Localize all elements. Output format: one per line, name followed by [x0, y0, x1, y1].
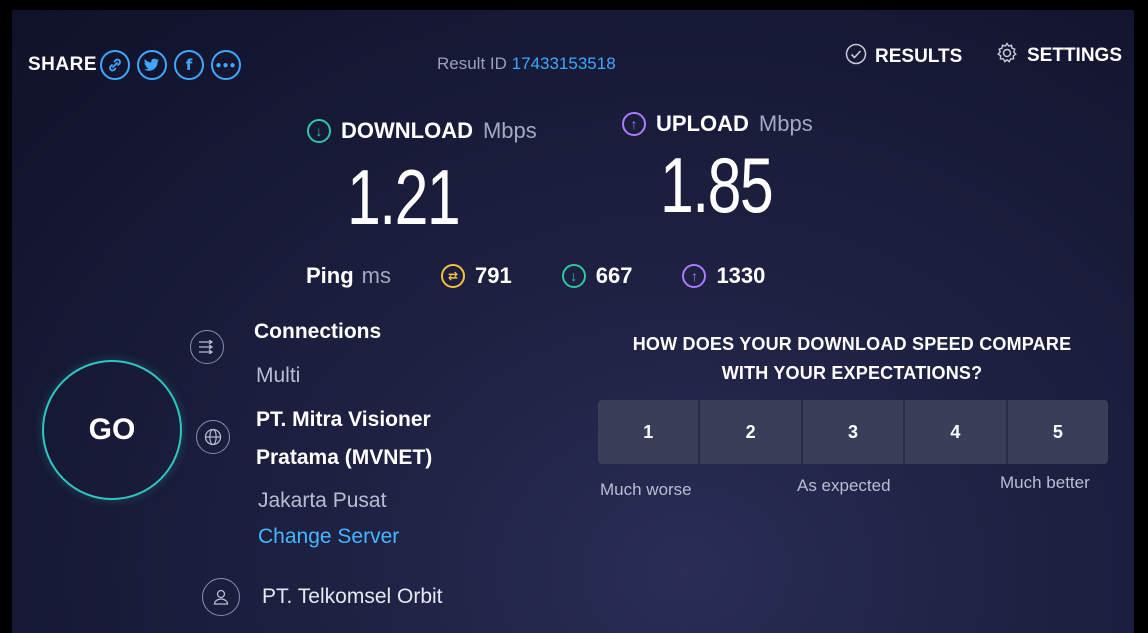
rating-mid-label: As expected [797, 476, 891, 495]
upload-unit: Mbps [758, 111, 813, 136]
ping-unit: ms [361, 263, 391, 288]
gear-icon [995, 41, 1019, 71]
rating-option-2[interactable]: 2 [700, 400, 803, 464]
download-unit: Mbps [482, 118, 537, 143]
upload-value: 1.85 [660, 141, 774, 229]
ping-upload: ↑ 1330 [682, 263, 765, 289]
globe-icon [196, 420, 230, 454]
download-label: DOWNLOAD [341, 118, 473, 143]
ping-idle-icon: ⇄ [441, 264, 465, 288]
survey-question-line2: WITH YOUR EXPECTATIONS? [721, 363, 983, 383]
arrow-down-circle-icon: ↓ [561, 264, 586, 288]
go-button[interactable]: GO [42, 360, 182, 500]
server-name-line2: Pratama (MVNET) [256, 446, 433, 469]
photo-frame: SHARE f ●●● Result ID 17433153518 RESULT… [0, 0, 1148, 633]
results-label: RESULTS [875, 46, 963, 67]
result-id-value[interactable]: 17433153518 [512, 54, 616, 73]
ping-download: ↓ 667 [561, 263, 633, 289]
survey-question-line1: HOW DOES YOUR DOWNLOAD SPEED COMPARE [632, 334, 1072, 354]
ping-up-value: 1330 [716, 263, 766, 288]
arrow-up-circle-icon: ↑ [682, 264, 707, 288]
rating-low-label: Much worse [600, 480, 692, 499]
rating-scale: 1 2 3 4 5 [598, 400, 1108, 464]
upload-header: ↑ UPLOAD Mbps [622, 111, 813, 137]
facebook-icon[interactable]: f [174, 50, 204, 80]
settings-label: SETTINGS [1027, 45, 1123, 66]
speedtest-screen: SHARE f ●●● Result ID 17433153518 RESULT… [12, 10, 1134, 633]
rating-option-3[interactable]: 3 [802, 400, 906, 464]
connections-icon [190, 330, 224, 364]
results-button[interactable]: RESULTS [845, 43, 962, 71]
share-label: SHARE [28, 54, 98, 75]
download-header: ↓ DOWNLOAD Mbps [307, 118, 537, 144]
connections-value: Multi [256, 364, 301, 387]
link-icon[interactable] [100, 50, 130, 80]
rating-option-4[interactable]: 4 [905, 400, 1008, 464]
arrow-up-circle-icon: ↑ [622, 112, 646, 136]
download-value: 1.21 [347, 153, 461, 241]
result-id-label: Result ID [437, 54, 507, 73]
settings-button[interactable]: SETTINGS [995, 41, 1122, 71]
server-location: Jakarta Pusat [258, 489, 387, 512]
ping-label: Ping [306, 263, 354, 288]
survey-question: HOW DOES YOUR DOWNLOAD SPEED COMPARE WIT… [602, 330, 1102, 388]
change-server-link[interactable]: Change Server [258, 525, 399, 549]
connections-title: Connections [254, 320, 382, 343]
rating-high-label: Much better [1000, 473, 1090, 492]
rating-option-1[interactable]: 1 [598, 400, 701, 464]
arrow-down-circle-icon: ↓ [307, 119, 331, 143]
provider-name: PT. Telkomsel Orbit [262, 585, 443, 608]
user-icon [202, 578, 240, 616]
upload-label: UPLOAD [656, 111, 749, 136]
more-icon[interactable]: ●●● [211, 50, 241, 80]
server-name-line1: PT. Mitra Visioner [256, 408, 431, 431]
result-id: Result ID 17433153518 [437, 54, 616, 74]
rating-option-5[interactable]: 5 [1007, 400, 1108, 464]
ping-row: Ping ms ⇄ 791 ↓ 667 ↑ 1330 [306, 263, 815, 289]
ping-idle-value: 791 [475, 263, 512, 288]
twitter-icon[interactable] [137, 50, 167, 80]
check-circle-icon [845, 43, 867, 71]
ping-idle: ⇄ 791 [441, 263, 512, 289]
ping-down-value: 667 [595, 263, 633, 288]
